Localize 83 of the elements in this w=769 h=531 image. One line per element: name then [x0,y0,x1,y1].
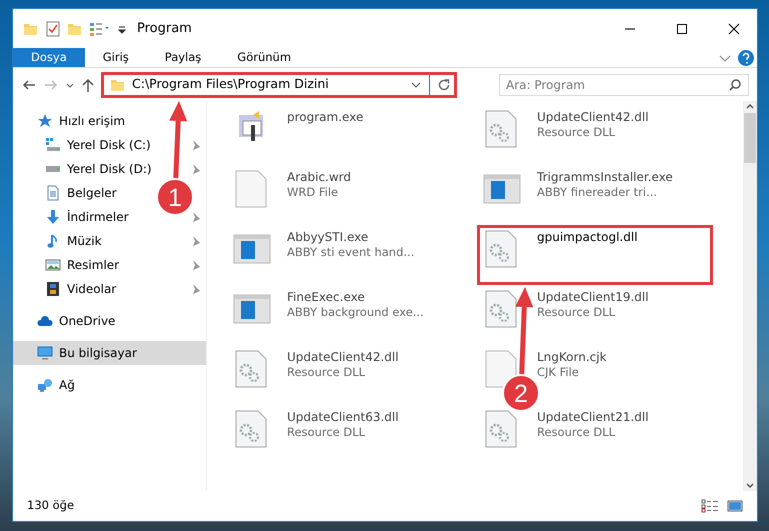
file-type: Resource DLL [537,125,616,140]
up-icon[interactable] [81,76,95,92]
drive-icon [45,166,61,172]
file-name: TrigrammsInstaller.exe [537,169,673,185]
file-type: ABBY background exe... [287,305,424,320]
file-tab[interactable]: Dosya [13,48,85,67]
file-type: Resource DLL [287,425,366,440]
step-number-badge [156,178,194,216]
file-item[interactable]: FineExec.exe ABBY background exe... [227,285,477,345]
download-arrow-icon [45,209,61,225]
pin-icon[interactable] [190,212,200,222]
file-item[interactable]: program.exe [227,105,477,165]
document-icon [45,185,61,201]
drive-icon [45,137,61,153]
sidebar-item[interactable]: Belgeler [13,181,121,205]
sidebar-item[interactable]: Yerel Disk (C:) [13,133,155,157]
sidebar-item[interactable]: İndirmeler [13,205,133,229]
item-count: 130 öğe [27,497,74,514]
file-name: UpdateClient42.dll [537,109,649,125]
search-icon[interactable] [728,78,742,92]
sidebar-item[interactable]: Yerel Disk (D:) [13,157,156,181]
view-menu-icon[interactable] [89,20,111,36]
pin-icon[interactable] [190,140,200,150]
computer-icon [37,345,53,361]
properties-icon[interactable] [45,20,61,36]
ribbon-tab[interactable]: Paylaş [146,48,220,67]
window-title: Program [137,20,192,38]
file-name: UpdateClient63.dll [287,409,399,425]
file-item[interactable]: gpuimpactogl.dll [477,225,713,285]
file-item[interactable]: TrigrammsInstaller.exe ABBY finereader tri... [477,165,727,225]
file-name: Arabic.wrd [287,169,352,185]
file-name: LngKorn.cjk [537,349,607,365]
file-item[interactable]: UpdateClient19.dll Resource DLL [477,285,727,345]
file-item[interactable]: UpdateClient21.dll Resource DLL [477,405,727,465]
file-item[interactable]: UpdateClient63.dll Resource DLL [227,405,477,465]
star-icon [37,113,53,129]
film-strip-icon [45,281,61,297]
scroll-thumb[interactable] [744,113,756,163]
step-number: 2 [514,380,528,408]
ribbon-tab[interactable]: Giriş [84,48,147,67]
file-item[interactable]: UpdateClient42.dll Resource DLL [227,345,477,405]
details-view-icon[interactable] [701,499,719,513]
file-type: ABBY finereader tri... [537,185,658,200]
file-name: AbbyySTI.exe [287,229,370,245]
file-type: Resource DLL [537,305,616,320]
pin-icon[interactable] [190,284,200,294]
file-type: CJK File [537,365,580,380]
pin-icon[interactable] [190,164,200,174]
network-icon [37,377,53,393]
pictures-icon [45,257,61,273]
sidebar-item[interactable]: OneDrive [13,309,120,333]
file-name: UpdateClient42.dll [287,349,399,365]
sidebar-item[interactable]: Videolar [13,277,120,301]
pin-icon[interactable] [190,236,200,246]
file-item[interactable]: AbbyySTI.exe ABBY sti event hand... [227,225,477,285]
file-name: gpuimpactogl.dll [537,229,638,245]
large-icons-view-icon[interactable] [727,499,743,513]
step-number: 1 [168,184,182,212]
sidebar-item[interactable]: Hızlı erişim [13,109,130,133]
close-icon[interactable] [727,22,741,36]
help-icon[interactable] [735,48,757,68]
file-name: UpdateClient19.dll [537,289,649,305]
sidebar-item[interactable]: Resimler [13,253,124,277]
maximize-icon[interactable] [675,22,689,36]
address-bar[interactable]: C:\Program Files\Program Dizini [101,72,457,98]
scrollbar[interactable] [743,101,757,491]
refresh-icon[interactable] [436,76,452,92]
address-path: C:\Program Files\Program Dizini [132,75,330,94]
file-name: UpdateClient21.dll [537,409,649,425]
file-type: Resource DLL [537,425,616,440]
sidebar-item[interactable]: Ağ [13,373,79,397]
file-type: WRD File [287,185,340,200]
file-item[interactable]: Arabic.wrd WRD File [227,165,477,225]
file-type: ABBY sti event hand... [287,245,414,260]
sidebar-item[interactable]: Müzik [13,229,106,253]
pin-icon[interactable] [190,260,200,270]
file-type: Resource DLL [287,365,366,380]
search-field[interactable]: Ara: Program [499,74,749,96]
file-name: FineExec.exe [287,289,366,305]
ribbon-tab[interactable]: Görünüm [219,48,310,67]
file-item[interactable]: UpdateClient42.dll Resource DLL [477,105,727,165]
cloud-icon [37,313,53,329]
file-name: program.exe [287,109,364,125]
